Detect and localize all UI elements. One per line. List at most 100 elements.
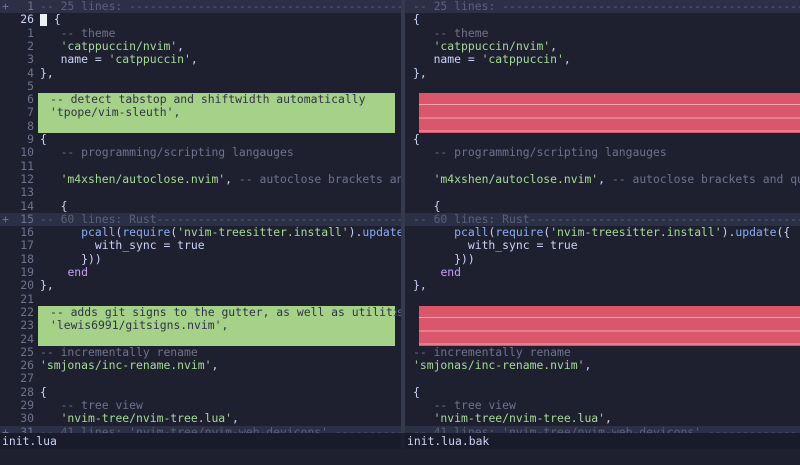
fold-line[interactable]: +15 -- 60 lines: Rust--------------------… <box>0 211 401 227</box>
left-filename: init.lua <box>2 434 57 448</box>
code-text: }, <box>413 278 427 293</box>
code-text: { <box>413 198 441 213</box>
code-text: 'nvim-tree/nvim-tree.lua', <box>433 411 612 426</box>
fold-line[interactable]: -- 41 lines: 'nvim-tree/nvim-web-devicon… <box>405 424 800 433</box>
deleted-filler-block <box>419 305 800 346</box>
code-text: })) <box>413 251 475 266</box>
code-line[interactable]: 10 -- programming/scripting langauges <box>0 145 401 160</box>
code-text: -- programming/scripting langauges <box>60 145 294 160</box>
line-number: 8 <box>27 118 34 133</box>
code-line[interactable]: name = 'catppuccin', <box>405 52 800 66</box>
line-number: 6 <box>27 92 34 107</box>
code-line[interactable]: })) <box>405 251 800 266</box>
code-line[interactable] <box>405 372 800 385</box>
code-line[interactable]: 17 with_sync = true <box>0 239 401 253</box>
code-line[interactable]: 29 -- tree view <box>0 398 401 412</box>
added-lines-block: -- detect tabstop and shiftwidth automat… <box>38 92 395 133</box>
code-line[interactable]: 27 <box>0 371 401 386</box>
line-number: 25 <box>20 344 34 359</box>
code-line[interactable]: { <box>405 385 800 399</box>
code-line[interactable]: { <box>405 132 800 146</box>
code-line[interactable]: 26 'smjonas/inc-rename.nvim', <box>0 358 401 373</box>
fold-line[interactable]: +31 -- 41 lines: 'nvim-tree/nvim-web-devi… <box>0 424 401 433</box>
code-text: 'smjonas/inc-rename.nvim', <box>40 358 219 373</box>
code-text: -- tree view <box>60 398 143 412</box>
left-statusline: init.lua <box>0 433 401 449</box>
line-number: 11 <box>20 158 34 173</box>
code-line[interactable]: 'smjonas/inc-rename.nvim', <box>405 358 800 372</box>
code-text: 'm4xshen/autoclose.nvim', -- autoclose b… <box>433 171 800 186</box>
code-text: }, <box>40 65 54 80</box>
code-line[interactable]: 4}, <box>0 65 401 80</box>
fold-line[interactable]: -- 25 lines: ---------------------------… <box>405 0 800 14</box>
code-line[interactable] <box>405 160 800 173</box>
code-text: { <box>40 384 47 399</box>
code-text: end <box>440 265 462 279</box>
code-line[interactable]: 9{ <box>0 132 401 146</box>
code-line[interactable]: 19 end <box>0 265 401 279</box>
code-line[interactable]: -- tree view <box>405 398 800 412</box>
code-line[interactable]: 5 <box>0 79 401 93</box>
code-line[interactable]: 26 { <box>0 12 401 27</box>
code-line[interactable]: 16 pcall(require('nvim-treesitter.instal… <box>0 225 401 239</box>
command-line[interactable] <box>0 449 800 465</box>
code-line[interactable]: { <box>405 12 800 26</box>
code-line[interactable]: 18 })) <box>0 252 401 266</box>
code-text: -- tree view <box>433 398 516 412</box>
code-line[interactable] <box>405 80 800 93</box>
code-line[interactable]: -- programming/scripting langauges <box>405 146 800 159</box>
line-number: 3 <box>27 52 34 67</box>
line-number: 14 <box>20 198 34 213</box>
code-line[interactable]: -- incrementally rename <box>405 345 800 359</box>
line-number: 4 <box>27 65 34 80</box>
code-line[interactable]: 11 <box>0 158 401 173</box>
code-line[interactable]: 30 'nvim-tree/nvim-tree.lua', <box>0 411 401 426</box>
code-line[interactable]: 21 <box>0 291 401 306</box>
code-text: -- 60 lines: Rust-----------------------… <box>40 211 401 226</box>
code-line[interactable]: 25 -- incrementally rename <box>0 344 401 359</box>
line-number: 26 <box>20 12 34 27</box>
code-line[interactable]: 'catppuccin/nvim', <box>405 39 800 53</box>
code-line[interactable]: 14 { <box>0 198 401 213</box>
code-text: end <box>67 265 89 279</box>
code-line[interactable]: 1 -- theme <box>0 25 401 40</box>
code-line[interactable]: 'nvim-tree/nvim-tree.lua', <box>405 411 800 426</box>
code-text: 'nvim-tree/nvim-tree.lua', <box>60 411 239 426</box>
code-line[interactable]: 12 'm4xshen/autoclose.nvim', -- autoclos… <box>0 172 401 186</box>
code-text: -- programming/scripting langauges <box>433 145 667 160</box>
code-line[interactable]: pcall(require('nvim-treesitter.install')… <box>405 225 800 239</box>
code-line[interactable]: -- theme <box>405 26 800 40</box>
code-line[interactable]: with_sync = true <box>405 239 800 253</box>
code-text: -- 25 lines: ---------------------------… <box>40 0 401 13</box>
code-line[interactable]: 20}, <box>0 278 401 293</box>
line-number: 1 <box>27 25 34 40</box>
code-line[interactable]: 13 <box>0 185 401 199</box>
line-number: 21 <box>20 291 34 306</box>
line-number: 29 <box>20 398 34 412</box>
fold-line[interactable]: +1 -- 25 lines: -------------------------… <box>0 0 401 14</box>
added-lines-block: -- adds git signs to the gutter, as well… <box>38 305 401 346</box>
code-line[interactable] <box>405 293 800 306</box>
line-number: 20 <box>20 278 34 293</box>
code-line[interactable]: }, <box>405 278 800 293</box>
code-line[interactable]: 2 'catppuccin/nvim', <box>0 38 401 53</box>
code-line[interactable]: 3 name = 'catppuccin', <box>0 52 401 67</box>
line-number: 2 <box>27 38 34 53</box>
line-number: 1 <box>27 0 34 13</box>
left-diff-pane[interactable]: +1 -- 25 lines: -------------------------… <box>0 0 401 433</box>
code-line[interactable]: { <box>405 198 800 213</box>
code-text: -- 41 lines: 'nvim-tree/nvim-web-devicon… <box>40 424 401 433</box>
line-number: 26 <box>20 358 34 373</box>
code-line[interactable] <box>405 186 800 199</box>
code-line[interactable]: }, <box>405 66 800 80</box>
code-line[interactable]: 28 { <box>0 384 401 399</box>
line-number: 27 <box>20 371 34 386</box>
code-text: { <box>40 12 61 26</box>
code-text: name = 'catppuccin', <box>40 52 198 67</box>
code-line[interactable]: 'm4xshen/autoclose.nvim', -- autoclose b… <box>405 171 800 186</box>
added-line-text: -- detect tabstop and shiftwidth automat… <box>50 92 366 107</box>
right-diff-pane[interactable]: -- 25 lines: ---------------------------… <box>405 0 800 433</box>
code-text: -- 41 lines: 'nvim-tree/nvim-web-devicon… <box>413 424 798 433</box>
fold-line[interactable]: -- 60 lines: Rust-----------------------… <box>405 212 800 227</box>
code-line[interactable]: end <box>405 265 800 279</box>
